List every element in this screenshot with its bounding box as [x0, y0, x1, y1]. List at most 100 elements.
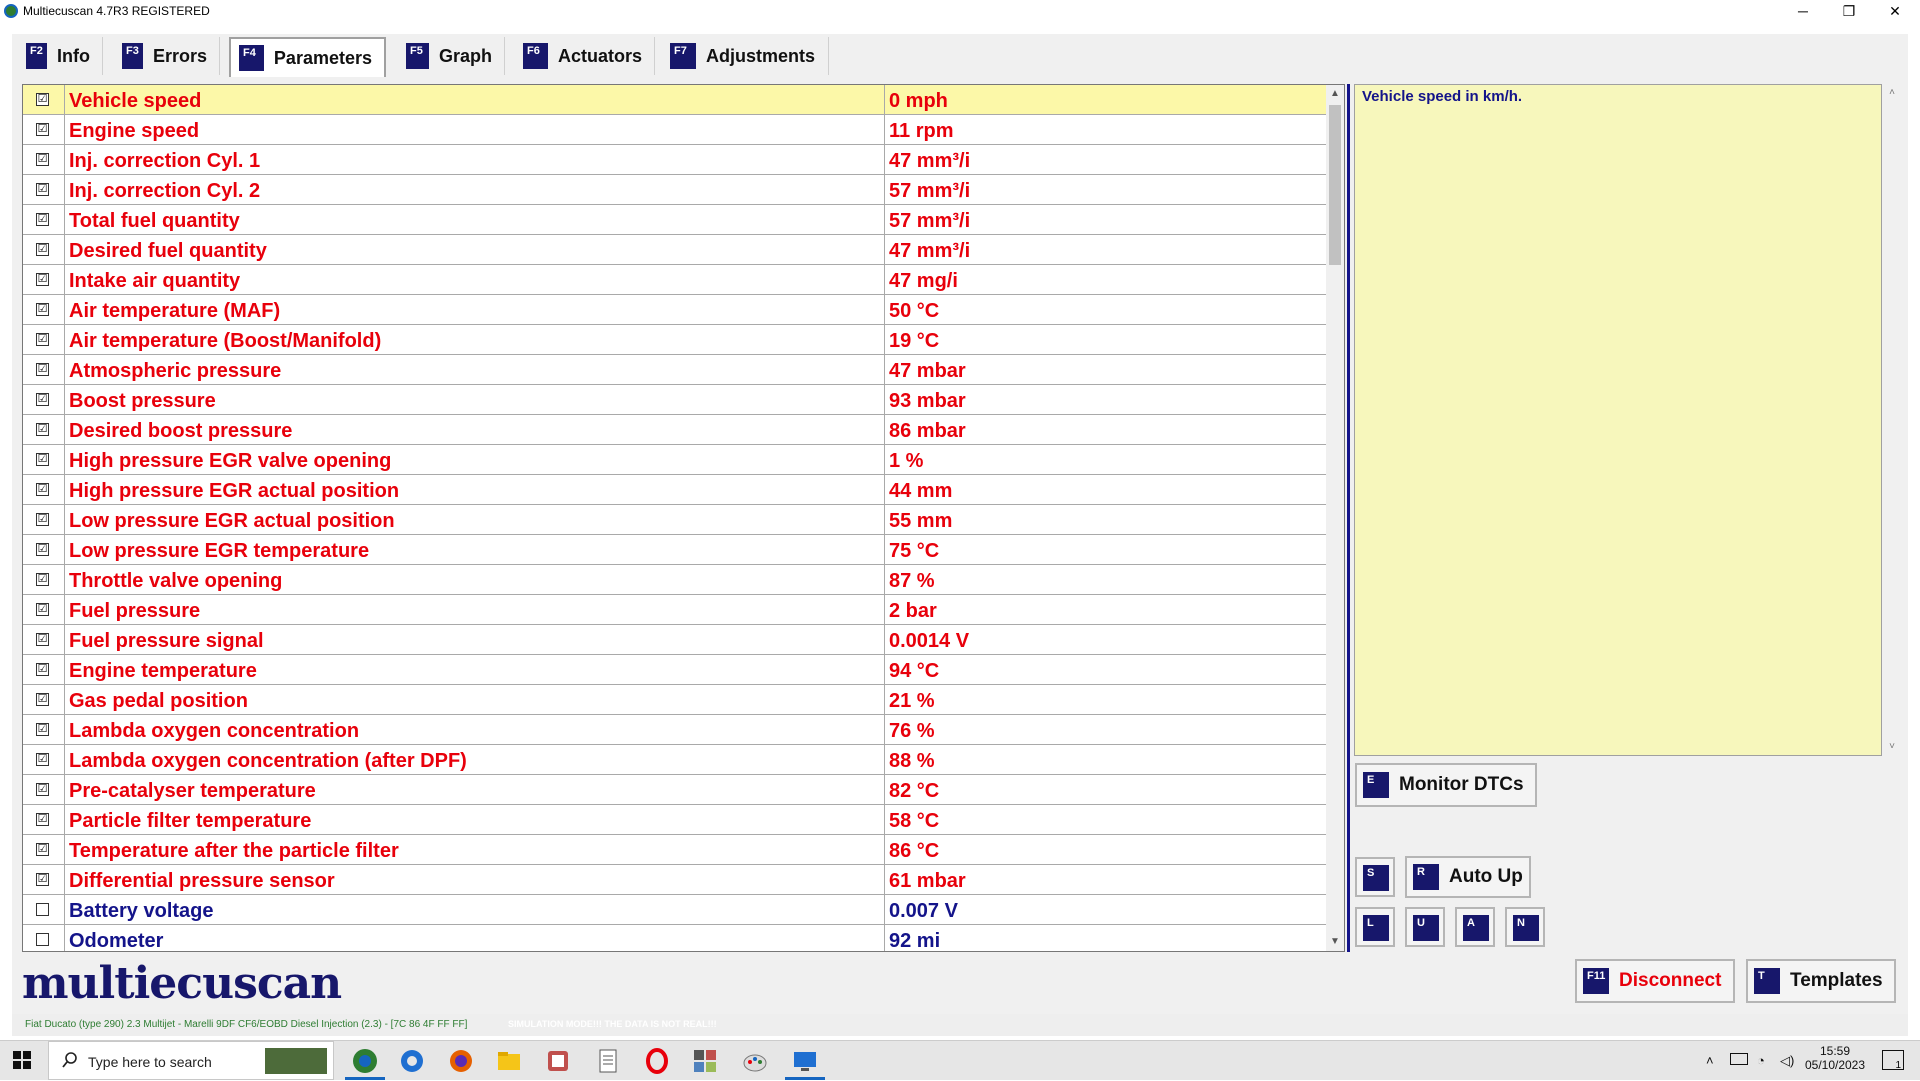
minimize-button[interactable]: ─: [1780, 0, 1826, 22]
s-button[interactable]: S: [1355, 857, 1395, 897]
parameter-checkbox[interactable]: ☑: [36, 213, 49, 226]
parameter-checkbox[interactable]: ☑: [36, 873, 49, 886]
parameter-checkbox[interactable]: ☑: [36, 243, 49, 256]
file-explorer-icon[interactable]: [494, 1046, 524, 1076]
tab-parameters[interactable]: F4 Parameters: [229, 37, 386, 77]
parameter-checkbox[interactable]: ☑: [36, 153, 49, 166]
l-button[interactable]: L: [1355, 907, 1395, 947]
parameter-checkbox[interactable]: ☑: [36, 693, 49, 706]
parameter-row[interactable]: ☑ Engine temperature 94 °C: [23, 655, 1327, 685]
parameter-row[interactable]: ☑ Total fuel quantity 57 mm³/i: [23, 205, 1327, 235]
auto-up-button[interactable]: R Auto Up: [1405, 856, 1531, 898]
parameter-row[interactable]: ☑ Engine speed 11 rpm: [23, 115, 1327, 145]
scrollbar-thumb[interactable]: [1329, 105, 1341, 265]
parameter-checkbox[interactable]: ☑: [36, 363, 49, 376]
scroll-up-icon[interactable]: ˄: [1883, 84, 1901, 102]
parameter-checkbox[interactable]: ☑: [36, 93, 49, 106]
parameter-checkbox[interactable]: ☑: [36, 393, 49, 406]
description-scrollbar[interactable]: ˄ ˅: [1883, 84, 1901, 756]
parameter-checkbox[interactable]: ☑: [36, 543, 49, 556]
parameter-row[interactable]: ☑ Throttle valve opening 87 %: [23, 565, 1327, 595]
parameter-checkbox[interactable]: ☑: [36, 783, 49, 796]
u-button[interactable]: U: [1405, 907, 1445, 947]
tab-graph[interactable]: F5 Graph: [398, 37, 505, 75]
parameter-checkbox[interactable]: [36, 903, 49, 916]
network-icon[interactable]: ◔: [1757, 1053, 1765, 1068]
parameter-row[interactable]: ☑ Desired boost pressure 86 mbar: [23, 415, 1327, 445]
maximize-button[interactable]: ❐: [1826, 0, 1872, 22]
parameter-row[interactable]: ☑ Lambda oxygen concentration 76 %: [23, 715, 1327, 745]
browser-edge-icon[interactable]: [397, 1046, 427, 1076]
parameter-checkbox[interactable]: ☑: [36, 453, 49, 466]
parameter-checkbox[interactable]: ☑: [36, 723, 49, 736]
parameter-checkbox[interactable]: ☑: [36, 423, 49, 436]
parameter-row[interactable]: ☑ Fuel pressure signal 0.0014 V: [23, 625, 1327, 655]
parameter-checkbox[interactable]: ☑: [36, 753, 49, 766]
parameter-row[interactable]: ☑ Air temperature (MAF) 50 °C: [23, 295, 1327, 325]
battery-icon[interactable]: [1730, 1053, 1748, 1065]
a-button[interactable]: A: [1455, 907, 1495, 947]
chevron-up-icon[interactable]: ˄: [1706, 1053, 1714, 1068]
parameter-row[interactable]: ☑ Low pressure EGR actual position 55 mm: [23, 505, 1327, 535]
templates-button[interactable]: T Templates: [1746, 959, 1896, 1003]
parameter-row[interactable]: ☑ Inj. correction Cyl. 1 47 mm³/i: [23, 145, 1327, 175]
volume-icon[interactable]: ◁): [1780, 1053, 1794, 1069]
scroll-down-icon[interactable]: ˅: [1883, 738, 1901, 756]
app-grid-icon[interactable]: [690, 1046, 720, 1076]
clock[interactable]: 15:59 05/10/2023: [1800, 1044, 1870, 1072]
parameter-row[interactable]: ☑ Air temperature (Boost/Manifold) 19 °C: [23, 325, 1327, 355]
monitor-dtcs-button[interactable]: E Monitor DTCs: [1355, 763, 1537, 807]
parameter-row[interactable]: ☑ Boost pressure 93 mbar: [23, 385, 1327, 415]
parameter-row[interactable]: ☑ Low pressure EGR temperature 75 °C: [23, 535, 1327, 565]
windows-start-icon[interactable]: [12, 1050, 32, 1070]
parameters-table[interactable]: ☑ Vehicle speed 0 mph ☑ Engine speed 11 rpm …: [22, 84, 1345, 952]
panel-divider[interactable]: [1347, 84, 1350, 952]
scroll-up-icon[interactable]: ▲: [1326, 85, 1344, 103]
disconnect-button[interactable]: F11 Disconnect: [1575, 959, 1735, 1003]
parameter-checkbox[interactable]: ☑: [36, 303, 49, 316]
remote-desktop-icon[interactable]: [790, 1046, 820, 1076]
n-button[interactable]: N: [1505, 907, 1545, 947]
parameter-checkbox[interactable]: ☑: [36, 813, 49, 826]
tab-info[interactable]: F2 Info: [18, 37, 103, 75]
notification-icon[interactable]: 1: [1882, 1050, 1904, 1071]
parameter-checkbox[interactable]: ☑: [36, 483, 49, 496]
tab-errors[interactable]: F3 Errors: [114, 37, 220, 75]
taskbar-search-box[interactable]: Type here to search: [48, 1041, 334, 1080]
parameter-row[interactable]: ☑ Particle filter temperature 58 °C: [23, 805, 1327, 835]
parameter-row[interactable]: ☑ Vehicle speed 0 mph: [23, 85, 1327, 115]
parameter-checkbox[interactable]: ☑: [36, 603, 49, 616]
parameter-row[interactable]: ☑ High pressure EGR valve opening 1 %: [23, 445, 1327, 475]
parameter-row[interactable]: ☑ Gas pedal position 21 %: [23, 685, 1327, 715]
paint-icon[interactable]: [740, 1046, 770, 1076]
document-icon[interactable]: [593, 1046, 623, 1076]
parameter-checkbox[interactable]: [36, 933, 49, 946]
calculator-app-icon[interactable]: [543, 1046, 573, 1076]
table-scrollbar[interactable]: ▲ ▼: [1326, 85, 1344, 951]
parameter-row[interactable]: ☑ Desired fuel quantity 47 mm³/i: [23, 235, 1327, 265]
tab-adjustments[interactable]: F7 Adjustments: [662, 37, 829, 75]
parameter-row[interactable]: ☑ High pressure EGR actual position 44 mm: [23, 475, 1327, 505]
parameter-row[interactable]: ☑ Intake air quantity 47 mg/i: [23, 265, 1327, 295]
parameter-checkbox[interactable]: ☑: [36, 273, 49, 286]
parameter-row[interactable]: ☑ Temperature after the particle filter 86…: [23, 835, 1327, 865]
scroll-down-icon[interactable]: ▼: [1326, 933, 1344, 951]
parameter-checkbox[interactable]: ☑: [36, 333, 49, 346]
parameter-row[interactable]: ☑ Inj. correction Cyl. 2 57 mm³/i: [23, 175, 1327, 205]
parameter-checkbox[interactable]: ☑: [36, 663, 49, 676]
close-button[interactable]: ✕: [1872, 0, 1918, 22]
parameter-checkbox[interactable]: ☑: [36, 183, 49, 196]
parameter-row[interactable]: Odometer 92 mi: [23, 925, 1327, 951]
parameter-row[interactable]: ☑ Pre-catalyser temperature 82 °C: [23, 775, 1327, 805]
firefox-icon[interactable]: [446, 1046, 476, 1076]
parameter-row[interactable]: ☑ Differential pressure sensor 61 mbar: [23, 865, 1327, 895]
parameter-checkbox[interactable]: ☑: [36, 843, 49, 856]
parameter-row[interactable]: ☑ Lambda oxygen concentration (after DPF)…: [23, 745, 1327, 775]
opera-icon[interactable]: [642, 1046, 672, 1076]
parameter-row[interactable]: Battery voltage 0.007 V: [23, 895, 1327, 925]
parameter-checkbox[interactable]: ☑: [36, 513, 49, 526]
parameter-checkbox[interactable]: ☑: [36, 573, 49, 586]
multiecuscan-taskbar-icon[interactable]: [350, 1046, 380, 1076]
tab-actuators[interactable]: F6 Actuators: [515, 37, 655, 75]
parameter-row[interactable]: ☑ Atmospheric pressure 47 mbar: [23, 355, 1327, 385]
